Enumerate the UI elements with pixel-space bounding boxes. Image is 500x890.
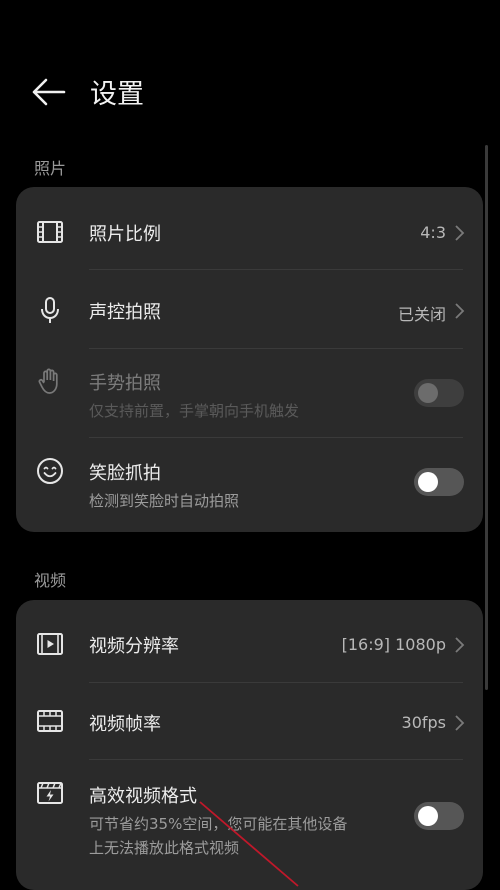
annotation-arrow (199, 801, 299, 887)
